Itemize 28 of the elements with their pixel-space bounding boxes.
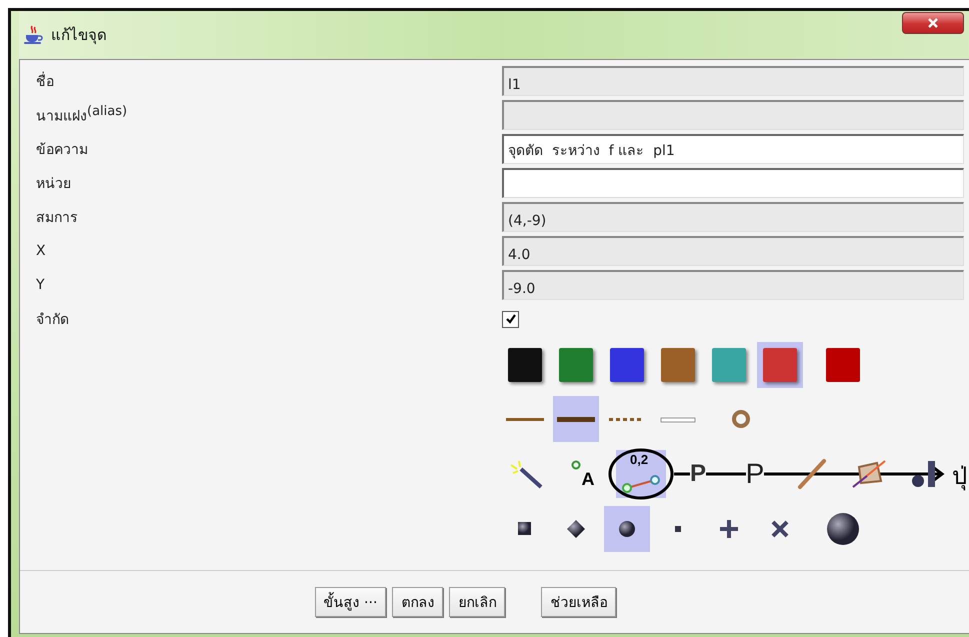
highlight-ellipse [608,448,674,500]
color-swatch[interactable] [757,342,803,388]
field-label: หน่วย [36,175,72,194]
checkbox[interactable] [502,310,519,328]
input-field[interactable]: l1 [502,66,964,96]
dialog-button[interactable]: ตกลง [392,587,444,617]
field-label: จำกัด [36,311,70,330]
field-label: Y [36,277,46,293]
input-field[interactable] [502,168,964,198]
input-field[interactable]: 4.0 [502,236,964,266]
dialog-button[interactable]: ช่วยเหลือ [541,587,616,617]
annotation-label: ปุ่ [952,461,967,492]
input-field[interactable]: -9.0 [502,270,964,300]
input-field[interactable]: (4,-9) [502,202,964,232]
close-button[interactable] [902,12,964,34]
input-field[interactable] [502,100,964,130]
input-field[interactable]: จุดตัด ระหว่าง f และ pl1 [502,134,964,164]
field-label: ข้อความ [36,141,89,160]
close-icon [927,17,939,29]
field-label: X [36,243,47,259]
dot-point-icon[interactable] [604,506,650,552]
window-title: แก้ไขจุด [51,25,107,46]
line-style-icon[interactable] [553,396,599,442]
dialog-button[interactable]: ยกเลิก [449,587,506,617]
dialog-button[interactable]: ขั้นสูง ··· [314,587,386,617]
coffee-cup-icon [23,25,43,45]
field-label: ชื่อ [36,70,502,92]
field-label: สมการ [36,209,79,228]
